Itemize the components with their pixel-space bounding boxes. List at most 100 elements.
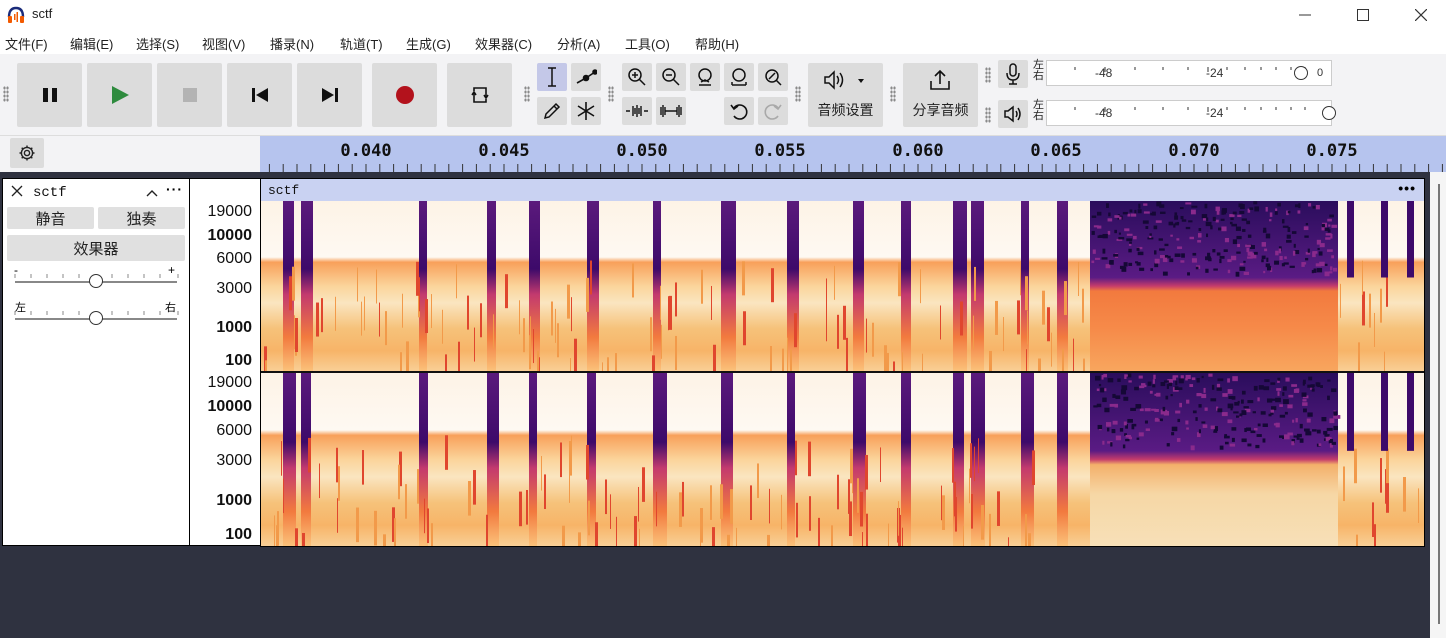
record-volume-knob[interactable] — [1294, 66, 1308, 80]
share-upload-icon — [930, 69, 950, 90]
ruler-label: 0.060 — [892, 141, 944, 161]
toolbar-grip[interactable] — [890, 86, 896, 102]
toolbar-grip[interactable] — [3, 86, 9, 102]
playback-meter-channels: 左 右 — [1033, 100, 1044, 122]
loop-button[interactable] — [447, 63, 512, 127]
vertical-scrollbar[interactable] — [1430, 172, 1446, 638]
scale-label: 3000 — [216, 280, 252, 297]
pause-button[interactable] — [17, 63, 82, 127]
scrollbar-thumb[interactable] — [1438, 184, 1440, 624]
record-meter[interactable]: -48 -24 0 — [1046, 60, 1332, 86]
record-meter-channels: 左 右 — [1033, 60, 1044, 82]
menu-generate[interactable]: 生成(G) — [406, 34, 451, 53]
scale-label: 6000 — [216, 422, 252, 439]
close-track-button[interactable] — [11, 184, 23, 202]
spectrogram[interactable] — [261, 201, 1424, 546]
menu-edit[interactable]: 编辑(E) — [70, 34, 113, 53]
menu-file[interactable]: 文件(F) — [5, 34, 48, 53]
clip-menu-button[interactable]: ••• — [1398, 180, 1416, 196]
effects-button[interactable]: 效果器 — [7, 235, 185, 261]
i-beam-icon — [548, 67, 556, 87]
zoom-toggle-button[interactable] — [758, 63, 788, 91]
stop-button[interactable] — [157, 63, 222, 127]
skip-start-icon — [251, 88, 268, 102]
frequency-scale[interactable]: 19000 10000 6000 3000 1000 100 19000 100… — [190, 178, 260, 546]
toolbar-grip[interactable] — [608, 86, 614, 102]
timeline-settings-button[interactable] — [10, 138, 44, 168]
toolbar-grip[interactable] — [524, 86, 530, 102]
record-meter-tick-24: -24 — [1206, 66, 1224, 80]
menu-record[interactable]: 播录(N) — [270, 34, 314, 53]
mute-button[interactable]: 静音 — [7, 207, 94, 229]
menu-view[interactable]: 视图(V) — [202, 34, 245, 53]
silence-audio-button[interactable] — [656, 97, 686, 125]
playback-meter-ticks — [1074, 107, 1306, 112]
selection-tool-button[interactable] — [537, 63, 567, 91]
menu-help[interactable]: 帮助(H) — [695, 34, 739, 53]
zoom-toggle-icon — [765, 69, 782, 86]
playback-meter[interactable]: -48 -24 — [1046, 100, 1336, 126]
scale-label: 1000 — [216, 492, 252, 509]
menu-analyze[interactable]: 分析(A) — [557, 34, 600, 53]
audio-setup-button[interactable]: 音频设置 — [808, 63, 883, 127]
menu-tools[interactable]: 工具(O) — [625, 34, 670, 53]
record-button[interactable] — [372, 63, 437, 127]
microphone-icon — [1006, 63, 1020, 85]
clip-header[interactable]: sctf ••• — [261, 179, 1424, 201]
audio-clip[interactable]: sctf ••• — [260, 178, 1425, 547]
maximize-button[interactable] — [1334, 0, 1392, 30]
record-meter-tick-0: 0 — [1317, 67, 1324, 79]
scale-label: 19000 — [207, 374, 253, 391]
toolbar-grip[interactable] — [795, 86, 801, 102]
trim-audio-button[interactable] — [622, 97, 652, 125]
scale-label: 100 — [225, 352, 252, 369]
zoom-in-button[interactable] — [622, 63, 652, 91]
share-audio-button[interactable]: 分享音频 — [903, 63, 978, 127]
solo-button[interactable]: 独奏 — [98, 207, 185, 229]
skip-end-icon — [321, 88, 338, 102]
fit-project-button[interactable] — [724, 63, 754, 91]
envelope-icon — [576, 69, 597, 84]
zoom-out-button[interactable] — [656, 63, 686, 91]
skip-to-start-button[interactable] — [227, 63, 292, 127]
fit-selection-button[interactable] — [690, 63, 720, 91]
envelope-tool-button[interactable] — [571, 63, 601, 91]
redo-icon — [764, 104, 782, 120]
menu-select[interactable]: 选择(S) — [136, 34, 179, 53]
record-meter-button[interactable] — [998, 60, 1028, 88]
toolbar: 音频设置 分享音频 左 右 -48 -24 0 左 右 -48 -24 — [0, 54, 1446, 136]
clip-name: sctf — [268, 183, 300, 198]
redo-button[interactable] — [758, 97, 788, 125]
play-button[interactable] — [87, 63, 152, 127]
playback-meter-button[interactable] — [998, 100, 1028, 128]
scale-label: 10000 — [207, 398, 253, 415]
zoom-fit-icon — [731, 68, 747, 86]
track-menu-button[interactable]: ··· — [166, 181, 183, 197]
timeline-ruler[interactable]: 0.040 0.045 0.050 0.055 0.060 0.065 0.07… — [260, 136, 1446, 172]
track-name[interactable]: sctf — [33, 185, 67, 201]
toolbar-grip[interactable] — [985, 107, 991, 123]
ruler-label: 0.050 — [616, 141, 668, 161]
undo-icon — [730, 104, 748, 120]
scale-label: 100 — [225, 526, 252, 543]
gain-slider-knob[interactable] — [89, 274, 103, 288]
record-icon — [395, 86, 414, 104]
zoom-in-icon — [628, 68, 646, 86]
share-audio-label: 分享音频 — [912, 102, 969, 118]
minimize-button[interactable] — [1276, 0, 1334, 30]
playback-volume-knob[interactable] — [1322, 106, 1336, 120]
undo-button[interactable] — [724, 97, 754, 125]
pan-slider-knob[interactable] — [89, 311, 103, 325]
scale-label: 1000 — [216, 319, 252, 336]
collapse-track-button[interactable] — [146, 185, 158, 203]
ruler-label: 0.040 — [340, 141, 392, 161]
close-button[interactable] — [1392, 0, 1446, 30]
multi-tool-button[interactable] — [571, 97, 601, 125]
ruler-label: 0.065 — [1030, 141, 1082, 161]
window-title: sctf — [32, 6, 53, 21]
toolbar-grip[interactable] — [985, 67, 991, 83]
skip-to-end-button[interactable] — [297, 63, 362, 127]
menu-tracks[interactable]: 轨道(T) — [340, 34, 383, 53]
draw-tool-button[interactable] — [537, 97, 567, 125]
menu-effect[interactable]: 效果器(C) — [475, 34, 532, 53]
